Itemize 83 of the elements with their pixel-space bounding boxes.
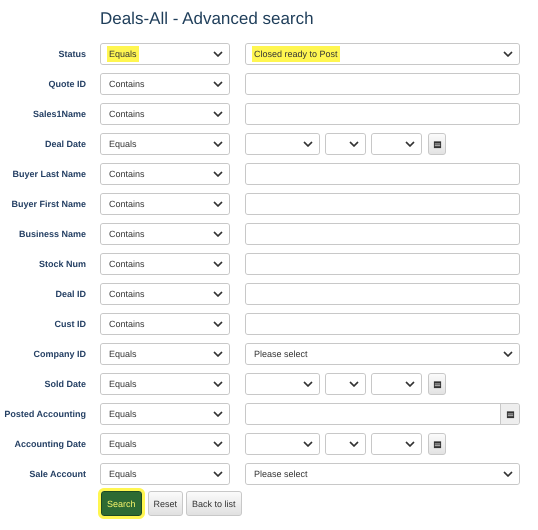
caret-icon [503, 51, 513, 57]
value-dropdown[interactable]: Closed ready to Post [245, 43, 520, 65]
field-label: Buyer First Name [10, 199, 86, 209]
text-field[interactable] [245, 223, 520, 245]
field-label: Company ID [32, 349, 86, 359]
field-label: Sale Account [28, 469, 86, 479]
form-button[interactable]: Reset [148, 491, 184, 516]
caret-icon [503, 351, 513, 357]
date-field[interactable] [245, 403, 520, 425]
operator-dropdown[interactable]: Contains [100, 313, 230, 335]
caret-icon [349, 141, 359, 147]
caret-icon [213, 231, 223, 237]
field-label: Deal Date [44, 139, 86, 149]
page-title: Deals-All - Advanced search [100, 8, 315, 30]
field-label: Accounting Date [13, 439, 86, 449]
value-dropdown[interactable]: Please select [245, 343, 520, 365]
calendar-icon[interactable] [506, 410, 514, 418]
operator-dropdown[interactable]: Equals [100, 403, 230, 425]
caret-icon [213, 141, 223, 147]
caret-icon [213, 471, 223, 477]
text-field[interactable] [245, 253, 520, 275]
calendar-icon [432, 380, 442, 388]
operator-dropdown[interactable]: Equals [100, 343, 230, 365]
caret-icon [213, 321, 223, 327]
caret-icon [213, 291, 223, 297]
field-label: Status [57, 49, 86, 59]
calendar-icon [432, 140, 442, 148]
operator-dropdown[interactable]: Equals [100, 133, 230, 155]
calendar-button[interactable] [428, 433, 446, 455]
calendar-icon [432, 440, 442, 448]
operator-dropdown[interactable]: Contains [100, 283, 230, 305]
text-field[interactable] [245, 283, 520, 305]
caret-icon [213, 201, 223, 207]
operator-dropdown[interactable]: Contains [100, 163, 230, 185]
field-label: Stock Num [38, 259, 86, 269]
text-field[interactable] [245, 163, 520, 185]
field-label: Posted Accounting [3, 409, 86, 419]
operator-dropdown[interactable]: Equals [100, 373, 230, 395]
caret-icon [303, 141, 313, 147]
field-label: Deal ID [54, 289, 86, 299]
text-field[interactable] [245, 193, 520, 215]
operator-dropdown[interactable]: Contains [100, 103, 230, 125]
date-part-dropdown[interactable] [325, 133, 366, 155]
field-label: Cust ID [54, 319, 86, 329]
operator-dropdown[interactable]: Equals [100, 43, 230, 65]
caret-icon [213, 441, 223, 447]
form-button[interactable]: Back to list [186, 491, 242, 516]
calendar-button[interactable] [428, 373, 446, 395]
operator-dropdown[interactable]: Contains [100, 193, 230, 215]
value-dropdown[interactable]: Please select [245, 463, 520, 485]
caret-icon [405, 381, 415, 387]
caret-icon [213, 381, 223, 387]
text-field[interactable] [245, 313, 520, 335]
caret-icon [405, 441, 415, 447]
caret-icon [213, 171, 223, 177]
caret-icon [405, 141, 415, 147]
operator-dropdown[interactable]: Contains [100, 223, 230, 245]
caret-icon [213, 81, 223, 87]
caret-icon [213, 261, 223, 267]
text-field[interactable] [245, 103, 520, 125]
caret-icon [303, 441, 313, 447]
field-label: Buyer Last Name [11, 169, 86, 179]
caret-icon [349, 381, 359, 387]
text-field[interactable] [245, 73, 520, 95]
caret-icon [213, 51, 223, 57]
operator-dropdown[interactable]: Contains [100, 73, 230, 95]
caret-icon [213, 351, 223, 357]
field-label: Sold Date [43, 379, 86, 389]
field-label: Quote ID [48, 79, 86, 89]
search-button[interactable]: Search [101, 491, 142, 516]
caret-icon [503, 471, 513, 477]
date-part-dropdown[interactable] [325, 433, 366, 455]
caret-icon [303, 381, 313, 387]
operator-dropdown[interactable]: Equals [100, 433, 230, 455]
operator-dropdown[interactable]: Equals [100, 463, 230, 485]
caret-icon [213, 111, 223, 117]
operator-dropdown[interactable]: Contains [100, 253, 230, 275]
calendar-button[interactable] [428, 133, 446, 155]
date-part-dropdown[interactable] [325, 373, 366, 395]
field-label: Business Name [18, 229, 86, 239]
field-label: Sales1Name [32, 109, 86, 119]
caret-icon [349, 441, 359, 447]
caret-icon [213, 411, 223, 417]
